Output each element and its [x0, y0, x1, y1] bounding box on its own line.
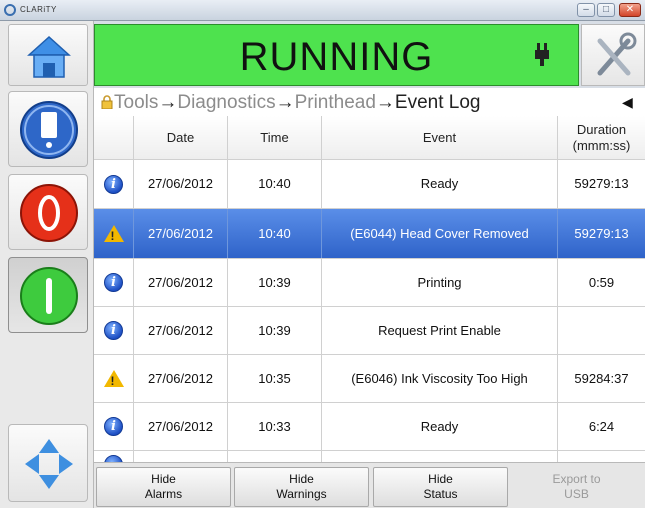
row-date: 27/06/2012 [134, 209, 228, 258]
status-banner: RUNNING [94, 24, 579, 86]
breadcrumb-separator: → [375, 92, 395, 113]
clarity-logo-icon [4, 4, 16, 16]
hide-status-button[interactable]: Hide Status [373, 467, 508, 507]
table-row-partial[interactable] [94, 451, 645, 462]
row-time: 10:39 [228, 307, 322, 354]
start-button[interactable] [8, 257, 88, 333]
printer-info-button[interactable] [8, 91, 88, 167]
table-row-selected[interactable]: 27/06/2012 10:40 (E6044) Head Cover Remo… [94, 209, 645, 259]
stop-button[interactable] [8, 174, 88, 250]
warning-icon [103, 225, 124, 244]
row-event: Ready [322, 403, 558, 450]
table-row[interactable]: i 27/06/2012 10:33 Ready 6:24 [94, 403, 645, 451]
row-duration [558, 307, 645, 354]
tools-button[interactable] [581, 24, 645, 86]
row-duration: 59279:13 [574, 225, 629, 241]
table-row[interactable]: i 27/06/2012 10:39 Printing 0:59 [94, 259, 645, 307]
hide-alarms-label-2: Alarms [144, 487, 183, 501]
header-duration-line1: Duration [576, 121, 627, 137]
table-row[interactable]: i 27/06/2012 10:39 Request Print Enable [94, 307, 645, 355]
title-bar: CLARiTY – □ ✕ [0, 0, 645, 21]
tools-icon [597, 32, 637, 76]
breadcrumb: Tools→Diagnostics→Printhead→Event Log ◀ [94, 88, 645, 116]
row-duration: 59279:13 [574, 176, 629, 191]
window-title: CLARiTY [20, 5, 57, 14]
hide-status-label-1: Hide [428, 472, 453, 486]
app-window: CLARiTY – □ ✕ RUNNING Tools→Diagnostics→… [0, 0, 645, 508]
export-to-usb-button[interactable]: Export to USB [509, 467, 644, 507]
row-duration: 6:24 [588, 418, 615, 434]
row-event: (E6044) Head Cover Removed [322, 209, 558, 258]
info-icon: i [104, 321, 123, 340]
info-icon: i [104, 174, 123, 194]
row-date: 27/06/2012 [134, 403, 228, 450]
home-icon [27, 35, 71, 78]
header-type [94, 116, 134, 159]
info-icon: i [104, 273, 123, 292]
bottom-toolbar: Hide Alarms Hide Warnings Hide Status Ex… [94, 462, 645, 508]
hide-warnings-label-2: Warnings [276, 487, 327, 501]
home-button[interactable] [8, 24, 88, 86]
row-event: Printing [322, 259, 558, 306]
printer-icon [20, 101, 78, 159]
row-date: 27/06/2012 [134, 259, 228, 306]
export-label-2: USB [564, 487, 589, 501]
breadcrumb-tools[interactable]: Tools [114, 92, 158, 113]
row-event: Request Print Enable [322, 307, 558, 354]
table-header: Date Time Event Duration (mmm:ss) [94, 116, 645, 160]
hide-warnings-label-1: Hide [289, 472, 314, 486]
row-time: 10:33 [228, 403, 322, 450]
info-icon: i [104, 417, 123, 436]
event-log-table: Date Time Event Duration (mmm:ss) i 27/0… [94, 116, 645, 462]
row-event: Ready [322, 160, 558, 208]
table-row[interactable]: 27/06/2012 10:35 (E6046) Ink Viscosity T… [94, 355, 645, 403]
row-time: 10:40 [228, 160, 322, 208]
header-duration[interactable]: Duration (mmm:ss) [558, 116, 645, 159]
header-event[interactable]: Event [322, 116, 558, 159]
export-label-1: Export to [552, 472, 601, 486]
hide-alarms-label-1: Hide [151, 472, 176, 486]
warning-icon [103, 370, 124, 389]
stop-icon [20, 184, 78, 242]
restore-button[interactable]: □ [597, 3, 615, 17]
row-duration: 59284:37 [574, 370, 629, 386]
breadcrumb-separator: → [158, 92, 178, 113]
close-button[interactable]: ✕ [619, 3, 641, 17]
header-duration-line2: (mmm:ss) [572, 137, 631, 153]
hide-status-label-2: Status [423, 487, 458, 501]
row-event: (E6046) Ink Viscosity Too High [322, 355, 558, 402]
navigate-arrows-icon [25, 439, 73, 489]
breadcrumb-printhead[interactable]: Printhead [295, 92, 376, 113]
status-text: RUNNING [239, 35, 434, 79]
row-time: 10:40 [228, 209, 322, 258]
row-date: 27/06/2012 [134, 355, 228, 402]
row-duration: 0:59 [588, 274, 615, 290]
breadcrumb-diagnostics[interactable]: Diagnostics [177, 92, 275, 113]
start-icon [20, 267, 78, 325]
breadcrumb-current: Event Log [394, 92, 481, 113]
row-date: 27/06/2012 [134, 160, 228, 208]
hide-warnings-button[interactable]: Hide Warnings [234, 467, 369, 507]
minimize-button[interactable]: – [577, 3, 595, 17]
hide-alarms-button[interactable]: Hide Alarms [96, 467, 231, 507]
lock-icon [101, 95, 113, 109]
row-date: 27/06/2012 [134, 307, 228, 354]
breadcrumb-separator: → [275, 92, 295, 113]
row-time: 10:35 [228, 355, 322, 402]
header-date[interactable]: Date [134, 116, 228, 159]
row-time: 10:39 [228, 259, 322, 306]
table-row[interactable]: i 27/06/2012 10:40 Ready 59279:13 [94, 160, 645, 209]
info-icon [104, 455, 123, 462]
navigation-button[interactable] [8, 424, 88, 502]
ink-plug-icon [535, 43, 549, 66]
header-time[interactable]: Time [228, 116, 322, 159]
back-arrow-icon[interactable]: ◀ [622, 94, 633, 111]
